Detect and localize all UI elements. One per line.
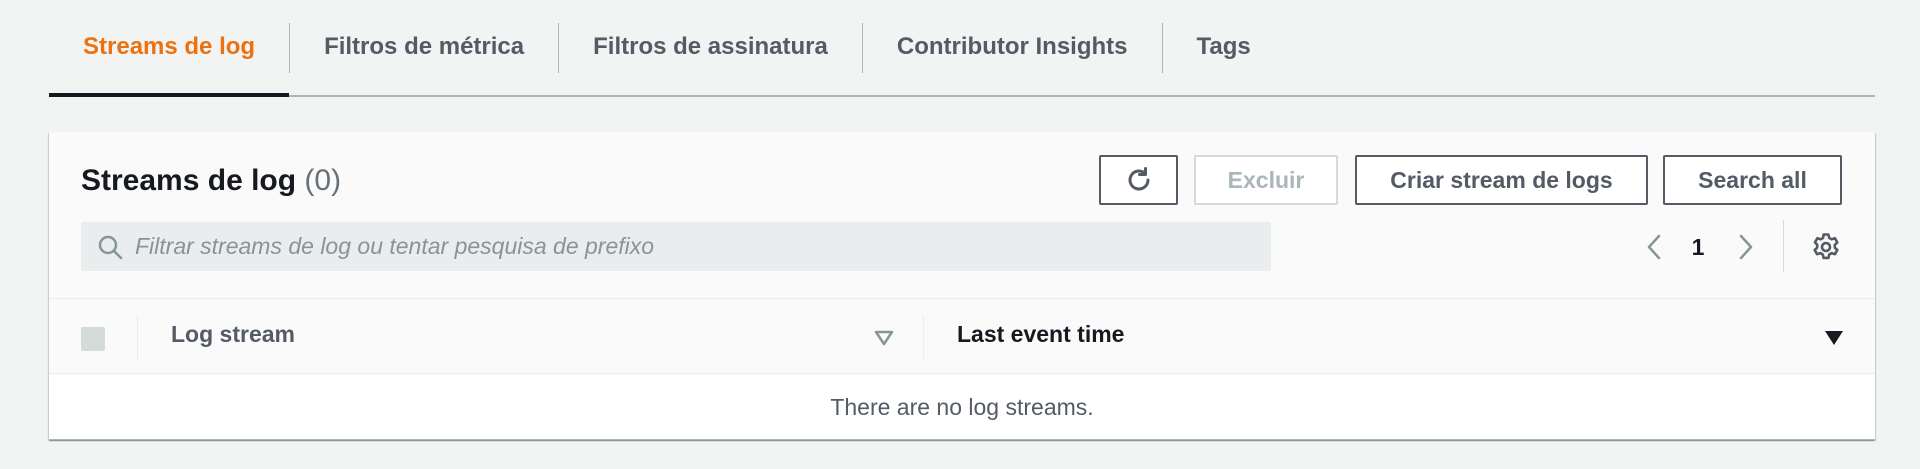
panel-title-text: Streams de log — [81, 164, 297, 197]
next-page-button[interactable] — [1731, 230, 1761, 264]
tab-metric-filters[interactable]: Filtros de métrica — [290, 0, 558, 95]
tab-label: Filtros de métrica — [324, 32, 525, 60]
search-icon — [98, 235, 123, 259]
tab-subscription-filters[interactable]: Filtros de assinatura — [559, 0, 862, 95]
tab-tags[interactable]: Tags — [1163, 0, 1285, 95]
empty-state-row: There are no log streams. — [49, 375, 1875, 440]
refresh-button[interactable] — [1099, 155, 1178, 205]
empty-state-message: There are no log streams. — [830, 393, 1094, 420]
delete-button[interactable]: Excluir — [1194, 155, 1338, 205]
select-all-checkbox[interactable] — [81, 327, 105, 351]
table-header: Log stream Last event time — [49, 298, 1875, 374]
column-divider — [923, 315, 924, 359]
tab-label: Streams de log — [83, 32, 256, 60]
tab-label: Filtros de assinatura — [593, 32, 828, 60]
refresh-icon — [1128, 167, 1149, 191]
sort-down-outline-icon[interactable] — [873, 327, 895, 349]
log-streams-panel: Streams de log (0) Excluir Criar stream … — [49, 132, 1875, 440]
previous-page-button[interactable] — [1639, 230, 1669, 264]
filter-search-box — [81, 222, 1271, 271]
tab-log-streams[interactable]: Streams de log — [49, 0, 290, 97]
create-log-stream-button[interactable]: Criar stream de logs — [1355, 155, 1648, 205]
tab-contributor-insights[interactable]: Contributor Insights — [863, 0, 1162, 95]
column-header-log-stream[interactable]: Log stream — [171, 321, 295, 348]
tab-label: Tags — [1196, 32, 1251, 60]
gear-icon — [1813, 233, 1839, 260]
sort-down-icon[interactable] — [1823, 327, 1845, 349]
page-number-current[interactable]: 1 — [1683, 232, 1713, 262]
preferences-button[interactable] — [1809, 230, 1843, 264]
chevron-right-icon — [1739, 234, 1753, 260]
chevron-left-icon — [1647, 234, 1661, 260]
tab-bar: Streams de log Filtros de métrica Filtro… — [49, 0, 1875, 97]
search-input[interactable] — [135, 233, 1271, 260]
stream-count: (0) — [304, 164, 342, 197]
pager-divider — [1783, 220, 1784, 272]
panel-title: Streams de log (0) — [81, 164, 341, 198]
search-all-button[interactable]: Search all — [1663, 155, 1842, 205]
column-divider — [137, 315, 138, 359]
tab-label: Contributor Insights — [896, 32, 1128, 60]
column-header-last-event-time[interactable]: Last event time — [957, 321, 1124, 348]
